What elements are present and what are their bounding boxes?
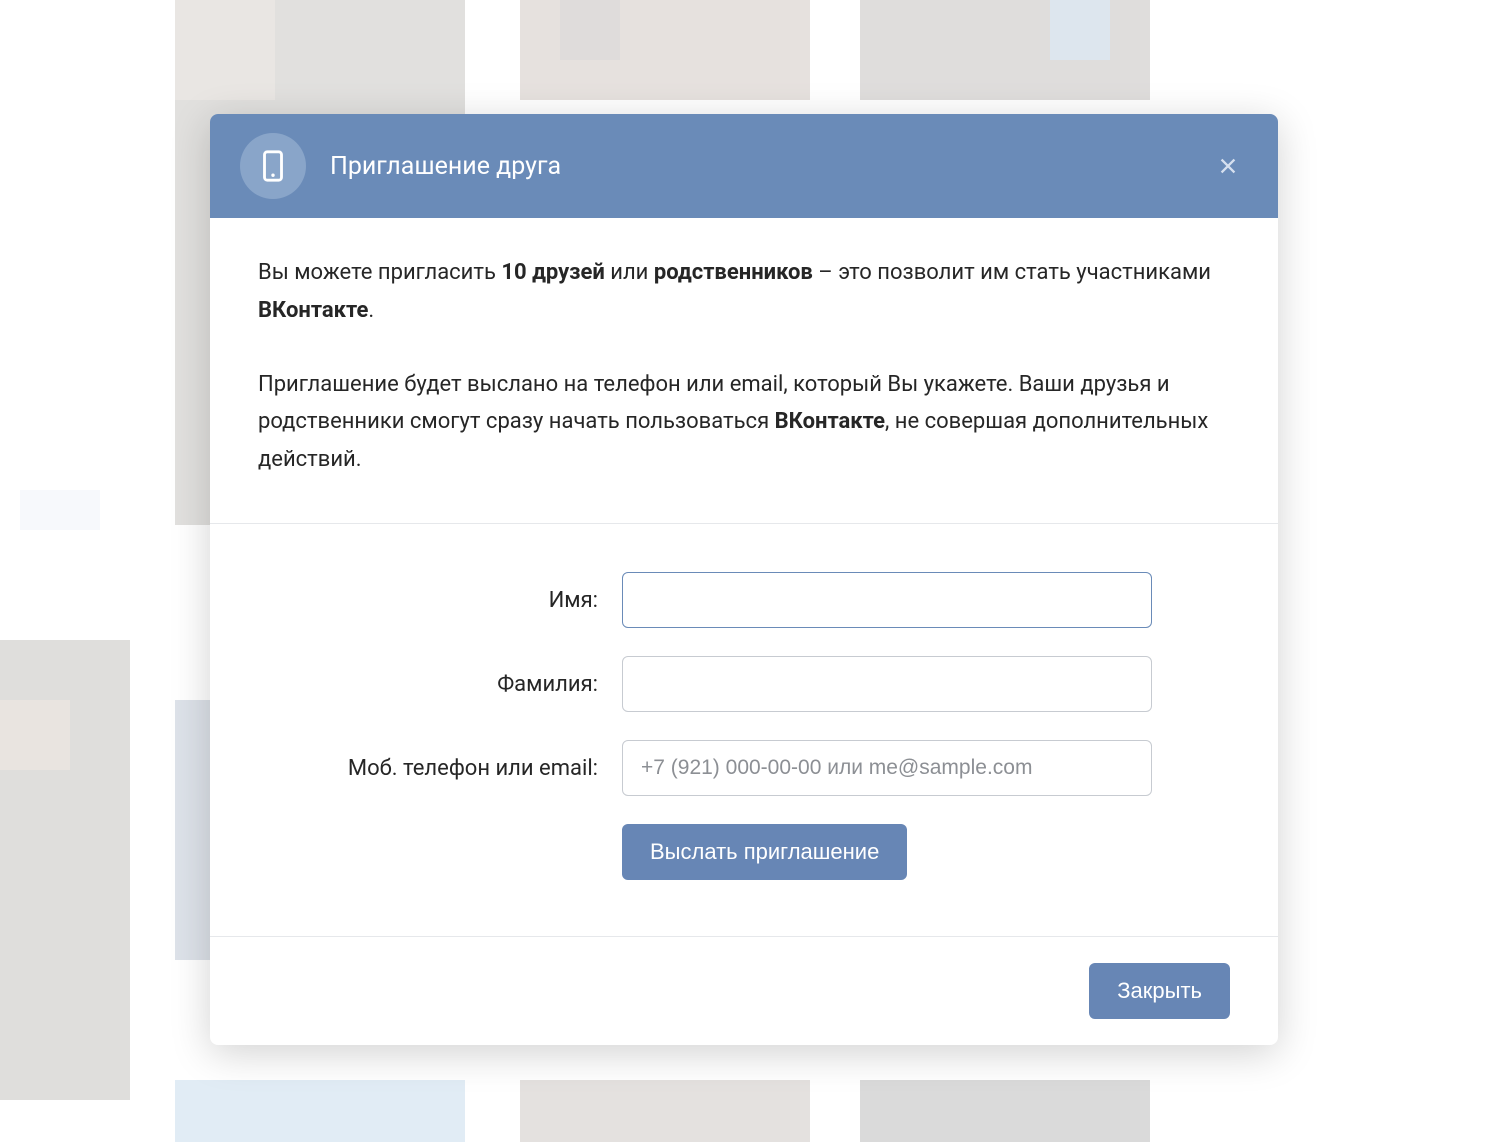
details-paragraph: Приглашение будет выслано на телефон или… [258, 366, 1230, 479]
text: или [605, 260, 654, 285]
modal-description: Вы можете пригласить 10 друзей или родст… [210, 218, 1278, 524]
text-bold: ВКонтакте [775, 409, 885, 434]
invite-form: Имя: Фамилия: Моб. телефон или email: Вы… [210, 524, 1278, 937]
contact-row: Моб. телефон или email: [258, 740, 1230, 796]
contact-field[interactable] [622, 740, 1152, 796]
text-bold: ВКонтакте [258, 298, 368, 323]
close-icon[interactable] [1208, 146, 1248, 186]
invite-friend-modal: Приглашение друга Вы можете пригласить 1… [210, 114, 1278, 1045]
modal-footer: Закрыть [210, 937, 1278, 1045]
intro-paragraph: Вы можете пригласить 10 друзей или родст… [258, 254, 1230, 330]
submit-row: Выслать приглашение [258, 824, 1230, 880]
firstname-field[interactable] [622, 572, 1152, 628]
text: Вы можете пригласить [258, 260, 501, 285]
firstname-label: Имя: [258, 588, 622, 613]
text-bold: 10 друзей [501, 260, 604, 285]
lastname-field[interactable] [622, 656, 1152, 712]
close-button[interactable]: Закрыть [1089, 963, 1230, 1019]
lastname-label: Фамилия: [258, 672, 622, 697]
modal-header: Приглашение друга [210, 114, 1278, 218]
text-bold: родственников [654, 260, 813, 285]
text: – это позволит им стать участниками [813, 260, 1211, 285]
phone-icon [240, 133, 306, 199]
lastname-row: Фамилия: [258, 656, 1230, 712]
firstname-row: Имя: [258, 572, 1230, 628]
modal-title: Приглашение друга [330, 152, 1208, 181]
text: . [368, 298, 374, 323]
contact-label: Моб. телефон или email: [258, 756, 622, 781]
send-invite-button[interactable]: Выслать приглашение [622, 824, 907, 880]
